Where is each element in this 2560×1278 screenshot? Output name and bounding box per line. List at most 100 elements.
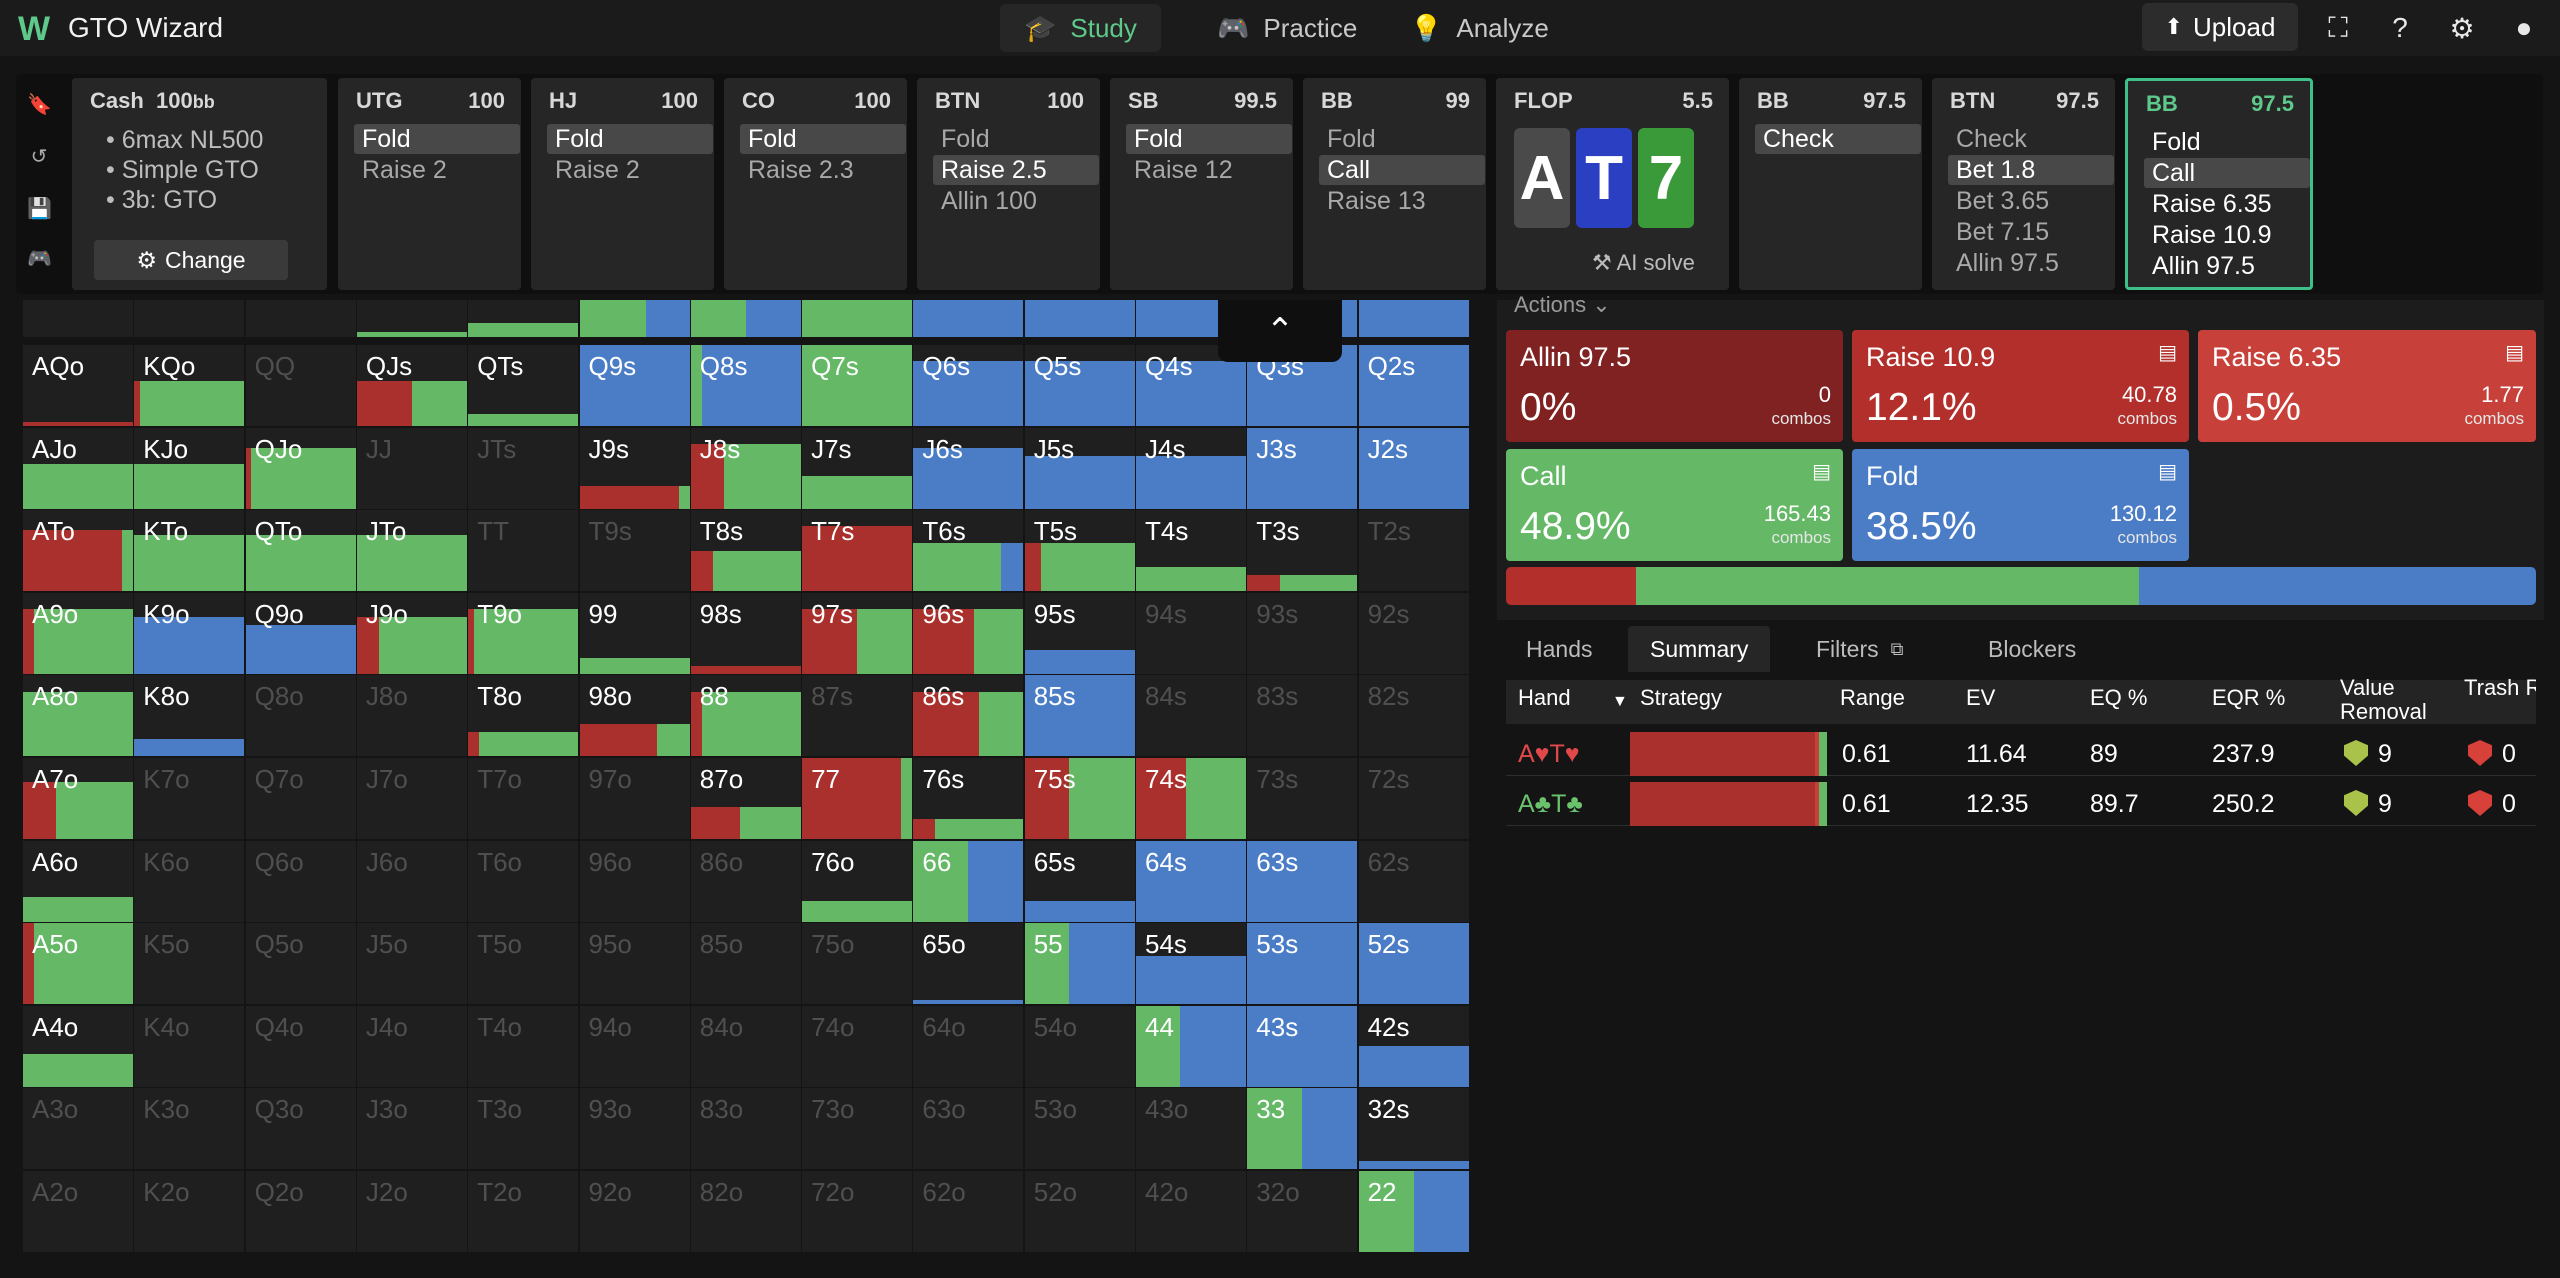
hand-cell[interactable]: T9o [468,592,579,674]
hand-cell[interactable]: 52s [1358,923,1469,1005]
gamepad-icon[interactable]: 🎮 [27,246,52,270]
node-option[interactable]: Bet 7.15 [1948,217,2114,247]
hand-cell[interactable]: 66 [913,840,1024,922]
tree-node-co-2[interactable]: CO 100 Fold Raise 2.3 [724,78,907,290]
hand-cell[interactable]: KJo [134,427,245,509]
hand-cell[interactable]: AJo [23,427,133,509]
hand-cell[interactable]: 85o [690,923,801,1005]
node-option[interactable]: Fold [547,124,713,154]
hand-cell[interactable]: 54s [1136,923,1246,1005]
hand-cell[interactable]: 53s [1247,923,1358,1005]
col-strategy[interactable]: Strategy [1640,686,1722,710]
hand-cell[interactable]: J4o [356,1005,467,1087]
node-option[interactable]: Raise 2 [547,155,713,185]
hand-cell[interactable]: T2o [468,1171,579,1252]
hand-cell[interactable]: Q5o [245,923,356,1005]
hand-cell[interactable]: 97o [579,758,690,839]
hand-cell[interactable]: 82o [690,1171,801,1252]
sort-caret-icon[interactable]: ▼ [1612,690,1628,714]
hand-cell[interactable]: Q9o [245,592,356,674]
hand-cell[interactable] [1358,300,1469,337]
account-icon[interactable]: ● [2508,12,2540,44]
hand-cell[interactable]: 42s [1358,1005,1469,1087]
hand-cell[interactable]: 87o [690,758,801,839]
tree-node-bb-9[interactable]: BB 97.5 Fold Call Raise 6.35 Raise 10.9 Allin … [2125,78,2313,290]
col-eqr[interactable]: EQR % [2212,686,2285,710]
tree-node-utg-0[interactable]: UTG 100 Fold Raise 2 [338,78,521,290]
hand-cell[interactable]: 43s [1247,1005,1358,1087]
hand-cell[interactable]: K3o [134,1088,245,1170]
hand-cell[interactable]: J2s [1358,427,1469,509]
hand-cell[interactable]: 83s [1247,675,1358,757]
hand-cell[interactable]: K9o [134,592,245,674]
node-option[interactable]: Raise 2.5 [933,155,1099,185]
hand-cell[interactable]: T8s [690,510,801,592]
hand-cell[interactable] [23,300,133,337]
hand-cell[interactable]: T3o [468,1088,579,1170]
node-option[interactable]: Fold [354,124,520,154]
node-option[interactable]: Check [1755,124,1921,154]
hand-cell[interactable]: 32s [1358,1088,1469,1170]
hand-cell[interactable]: 75s [1024,758,1135,839]
upload-button[interactable]: ⬆ Upload [2142,3,2298,51]
tree-node-bb-5[interactable]: BB 99 Fold Call Raise 13 [1303,78,1486,290]
hand-cell[interactable]: 64s [1136,840,1246,922]
hand-cell[interactable]: QTo [245,510,356,592]
hand-cell[interactable]: Q9s [579,345,690,426]
hand-cell[interactable]: 72o [802,1171,913,1252]
notes-icon[interactable]: ▤ [2158,459,2177,484]
hand-cell[interactable]: 64o [913,1005,1024,1087]
hand-cell[interactable]: K8o [134,675,245,757]
node-option[interactable]: Raise 2 [354,155,520,185]
hand-cell[interactable]: T6s [913,510,1024,592]
hand-cell[interactable]: Q8s [690,345,801,426]
col-value-removal[interactable]: Value Removal [2340,676,2440,724]
node-option[interactable]: Fold [1126,124,1292,154]
hand-cell[interactable]: 94o [579,1005,690,1087]
node-option[interactable]: Call [1319,155,1485,185]
hand-cell[interactable]: 98s [690,592,801,674]
hand-cell[interactable] [356,300,467,337]
hand-cell[interactable]: QTs [468,345,579,426]
action-card-raise-6-35[interactable]: Raise 6.35 0.5% 1.77 combos ▤ [2198,330,2536,442]
hand-cell[interactable]: 85s [1024,675,1135,757]
hand-cell[interactable] [802,300,913,337]
node-option[interactable]: Check [1948,124,2114,154]
hand-cell[interactable]: 88 [690,675,801,757]
col-ev[interactable]: EV [1966,686,1995,710]
bookmark-icon[interactable]: 🔖 [27,92,52,116]
node-option[interactable]: Allin 97.5 [2144,251,2310,281]
hand-cell[interactable]: J2o [356,1171,467,1252]
hand-cell[interactable]: J3o [356,1088,467,1170]
hand-cell[interactable] [134,300,245,337]
hand-cell[interactable]: A9o [23,592,133,674]
hand-cell[interactable]: 76s [913,758,1024,839]
hand-cell[interactable]: 32o [1247,1171,1358,1252]
hand-cell[interactable]: J5s [1024,427,1135,509]
hand-cell[interactable]: J9s [579,427,690,509]
hand-cell[interactable]: A7o [23,758,133,839]
hand-cell[interactable]: K7o [134,758,245,839]
hand-cell[interactable]: 22 [1358,1171,1469,1252]
ai-solve-button[interactable]: ⚒ AI solve [1592,250,1695,276]
hand-cell[interactable]: J7o [356,758,467,839]
hand-cell[interactable]: JTs [468,427,579,509]
settings-gear-icon[interactable]: ⚙ [2446,12,2478,44]
hand-cell[interactable] [1024,300,1135,337]
node-option[interactable]: Raise 6.35 [2144,189,2310,219]
hand-cell[interactable]: T9s [579,510,690,592]
hand-cell[interactable]: 42o [1136,1171,1246,1252]
notes-icon[interactable]: ▤ [2505,340,2524,365]
hand-cell[interactable]: AQo [23,345,133,426]
notes-icon[interactable]: ▤ [1812,459,1831,484]
hand-cell[interactable]: K2o [134,1171,245,1252]
nav-tab-study[interactable]: 🎓 Study [1000,4,1161,52]
hand-cell[interactable]: A2o [23,1171,133,1252]
hand-cell[interactable]: 33 [1247,1088,1358,1170]
tab-summary[interactable]: Summary [1628,626,1771,672]
tab-filters[interactable]: Filters ⧉ [1794,626,1925,672]
hand-cell[interactable]: 93o [579,1088,690,1170]
node-option[interactable]: Call [2144,158,2310,188]
hand-cell[interactable]: 74s [1136,758,1246,839]
hand-cell[interactable]: T5s [1024,510,1135,592]
